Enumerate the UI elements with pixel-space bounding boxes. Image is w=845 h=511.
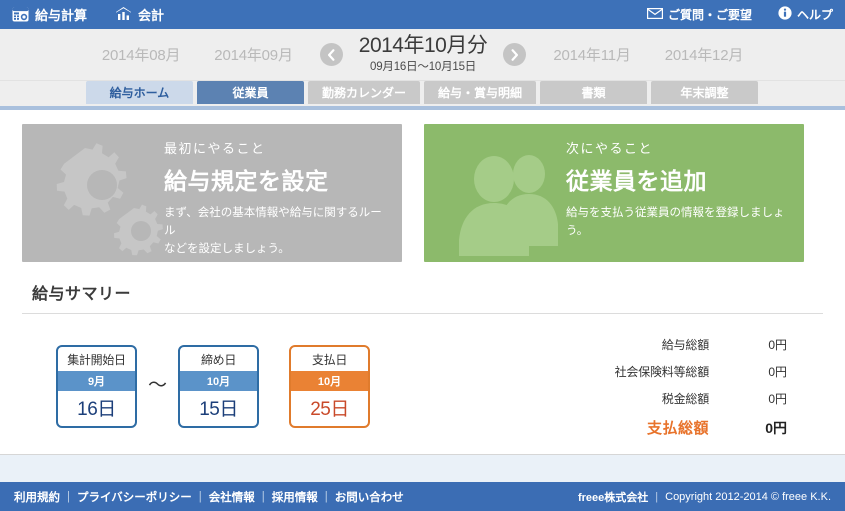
brand-accounting-label: 会計 [138, 8, 165, 23]
amount-value: 0円 [768, 338, 787, 352]
date-box-label: 集計開始日 [67, 352, 126, 367]
contact-label: ご質問・ご要望 [667, 8, 752, 22]
card-add-employee-body: 次にやること 従業員を追加 給与を支払う従業員の情報を登録しましょう。 [566, 138, 794, 241]
footer-link-company[interactable]: 会社情報 [209, 489, 255, 505]
footer-link-privacy[interactable]: プライバシーポリシー [77, 489, 192, 505]
amount-label: 給与総額 [661, 338, 709, 352]
amount-row: 給与総額 0円 [539, 336, 787, 353]
amount-row: 税金総額 0円 [539, 390, 787, 407]
footer-link-terms[interactable]: 利用規約 [14, 489, 60, 505]
summary-divider [22, 313, 823, 314]
footer-link-careers[interactable]: 採用情報 [272, 489, 318, 505]
total-value: 0円 [765, 420, 787, 436]
amount-value: 0円 [768, 365, 787, 379]
footer-copyright-area: freee株式会社 | Copyright 2012-2014 © freee … [578, 489, 831, 505]
footer-separator: | [261, 490, 265, 503]
prev-month-button[interactable] [319, 43, 343, 66]
summary-date-boxes: 集計開始日 9月 16日 〜 締め日 10月 15日 支払日 10月 25日 [22, 334, 371, 438]
tab-year-end-adjustment[interactable]: 年末調整 [651, 81, 759, 104]
date-box-month: 10月 [291, 370, 369, 391]
mail-icon [646, 7, 663, 22]
people-icon [432, 130, 582, 262]
amount-label: 社会保険料等総額 [614, 365, 710, 379]
total-label: 支払総額 [646, 420, 709, 437]
help-label: ヘルプ [796, 8, 833, 22]
date-box-closing: 締め日 10月 15日 [178, 344, 260, 428]
summary-title: 給与サマリー [32, 286, 132, 303]
contact-link[interactable]: ご質問・ご要望 [646, 6, 752, 23]
month-navigation: 2014年08月 2014年09月 2014年10月分 09月16日〜10月15… [0, 29, 845, 81]
footer-separator: | [324, 490, 328, 503]
tab-bar: 給与ホーム 従業員 勤務カレンダー 給与・賞与明細 書類 年末調整 [0, 81, 845, 106]
brand-payroll[interactable]: 給与計算 [12, 5, 87, 24]
amount-value: 0円 [768, 392, 787, 406]
help-link[interactable]: ヘルプ [778, 6, 833, 23]
footer-spacer [0, 454, 845, 482]
card-title: 従業員を追加 [566, 168, 707, 194]
footer-copyright: Copyright 2012-2014 © freee K.K. [665, 490, 831, 503]
payroll-summary-section: 給与サマリー 集計開始日 9月 16日 〜 締め日 10月 15日 支払日 10… [22, 280, 823, 438]
date-box-day: 16日 [77, 398, 116, 420]
month-next-2[interactable]: 2014年12月 [648, 44, 760, 65]
footer-separator: | [655, 490, 659, 503]
date-box-label: 締め日 [200, 352, 237, 367]
card-desc-line1: まず、会社の基本情報や給与に関するルール [164, 207, 382, 237]
onboarding-cards: 最初にやること 給与規定を設定 まず、会社の基本情報や給与に関するルール などを… [22, 124, 823, 262]
chevron-right-icon [509, 48, 520, 61]
calendar-calculator-icon [12, 7, 29, 22]
date-box-month: 9月 [58, 370, 135, 391]
footer-link-contact[interactable]: お問い合わせ [335, 489, 404, 505]
date-box-label: 支払日 [311, 352, 348, 367]
tab-documents[interactable]: 書類 [540, 81, 648, 104]
next-month-button[interactable] [503, 43, 527, 66]
card-kicker: 最初にやること [164, 141, 266, 156]
date-box-payment: 支払日 10月 25日 [289, 344, 371, 428]
tab-payslips[interactable]: 給与・賞与明細 [424, 81, 537, 104]
card-title: 給与規定を設定 [164, 168, 329, 194]
card-add-employee[interactable]: 次にやること 従業員を追加 給与を支払う従業員の情報を登録しましょう。 [424, 124, 804, 262]
bar-chart-icon [115, 7, 132, 22]
info-circle-icon [778, 6, 792, 23]
chevron-left-icon [326, 48, 337, 61]
amount-label: 税金総額 [661, 392, 709, 406]
date-box-month: 10月 [180, 370, 258, 391]
card-kicker: 次にやること [566, 141, 654, 156]
footer-company-name: freee株式会社 [577, 491, 649, 504]
card-desc-line1: 給与を支払う従業員の情報を登録しましょう。 [566, 207, 785, 237]
brand-payroll-label: 給与計算 [35, 8, 88, 23]
current-month-display: 2014年10月分 09月16日〜10月15日 [353, 33, 494, 74]
amount-row: 社会保険料等総額 0円 [539, 363, 787, 380]
app-window: 給与計算 会計 ご質問・ご要望 ヘルプ 2014年08月 2014年09月 20… [0, 0, 845, 511]
footer-separator: | [198, 490, 202, 503]
date-box-day: 15日 [199, 398, 238, 420]
date-box-day: 25日 [310, 398, 349, 420]
date-box-start: 集計開始日 9月 16日 [56, 344, 137, 428]
tab-work-calendar[interactable]: 勤務カレンダー [308, 81, 421, 104]
brand-accounting[interactable]: 会計 [115, 5, 164, 24]
footer-separator: | [67, 490, 70, 503]
footer: 利用規約 | プライバシーポリシー | 会社情報 | 採用情報 | お問い合わせ… [0, 482, 845, 511]
month-prev-1[interactable]: 2014年09月 [197, 44, 309, 65]
gears-icon [30, 130, 180, 256]
current-month-range: 09月16日〜10月15日 [370, 61, 477, 74]
card-setup-payroll-rules-body: 最初にやること 給与規定を設定 まず、会社の基本情報や給与に関するルール などを… [164, 138, 392, 258]
card-desc-line2: などを設定しましょう。 [164, 242, 290, 255]
tab-payroll-home[interactable]: 給与ホーム [86, 81, 193, 104]
tab-employees[interactable]: 従業員 [197, 81, 304, 104]
summary-amounts: 給与総額 0円 社会保険料等総額 0円 税金総額 0円 支払総額 0円 [539, 334, 823, 438]
month-prev-2[interactable]: 2014年08月 [85, 44, 197, 65]
main-content: 最初にやること 給与規定を設定 まず、会社の基本情報や給与に関するルール などを… [0, 110, 845, 438]
card-setup-payroll-rules[interactable]: 最初にやること 給与規定を設定 まず、会社の基本情報や給与に関するルール などを… [22, 124, 402, 262]
summary-body: 集計開始日 9月 16日 〜 締め日 10月 15日 支払日 10月 25日 給… [22, 334, 823, 438]
amount-row-total: 支払総額 0円 [539, 417, 787, 438]
current-month-label: 2014年10月分 [358, 33, 488, 57]
date-range-tilde: 〜 [148, 374, 168, 396]
month-next-1[interactable]: 2014年11月 [536, 44, 647, 65]
footer-links: 利用規約 | プライバシーポリシー | 会社情報 | 採用情報 | お問い合わせ [14, 489, 404, 505]
top-navigation-bar: 給与計算 会計 ご質問・ご要望 ヘルプ [0, 0, 845, 29]
